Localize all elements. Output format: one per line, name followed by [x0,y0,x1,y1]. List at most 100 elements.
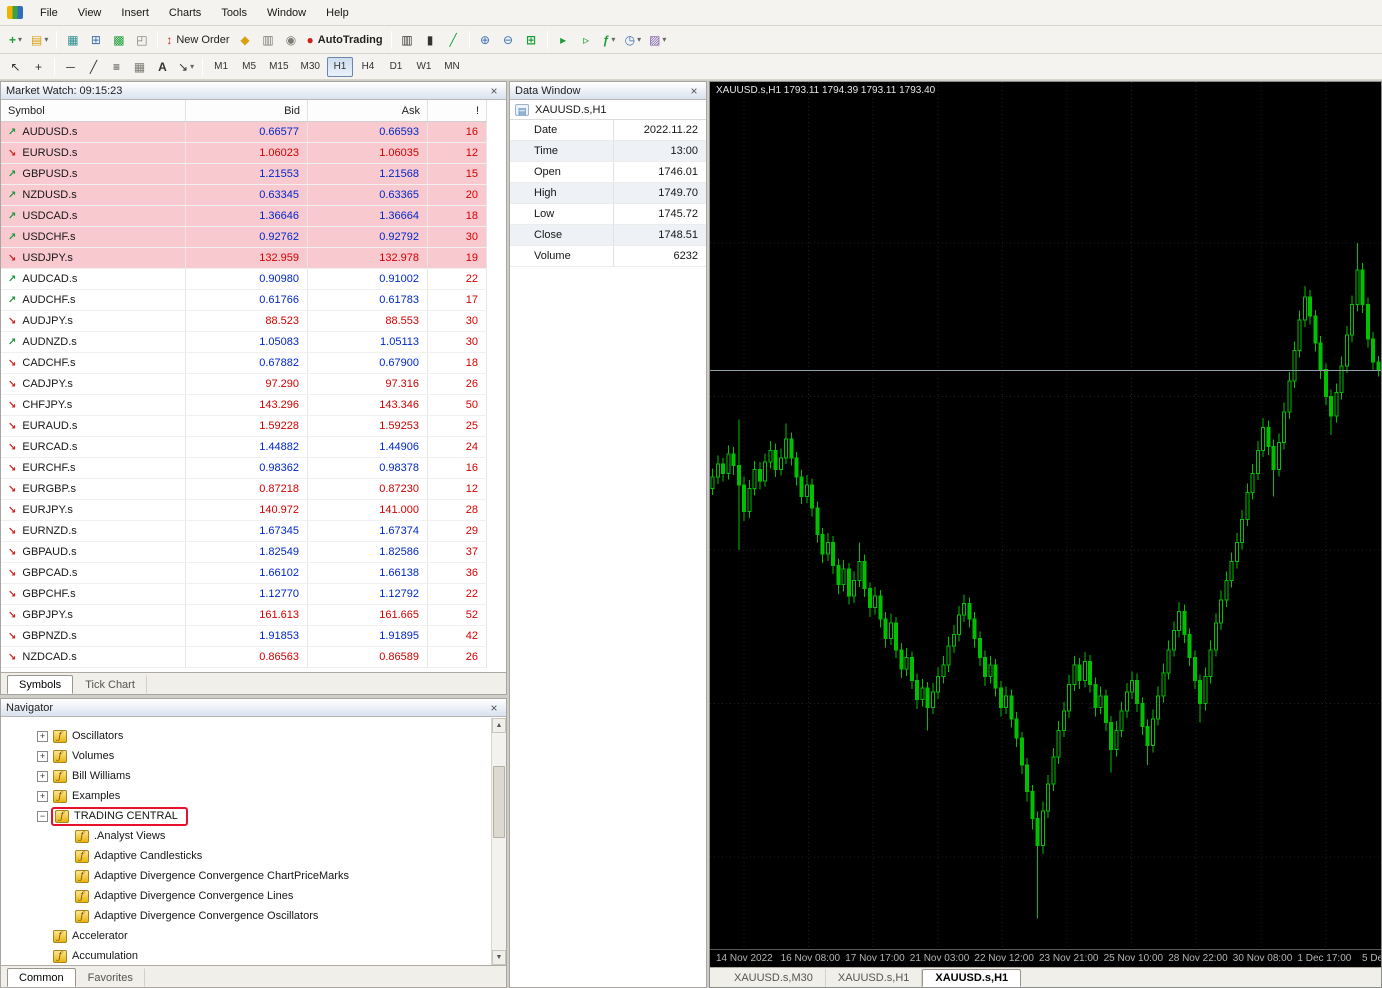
menu-tools[interactable]: Tools [211,2,257,24]
market-watch-row[interactable]: ↗GBPUSD.s1.215531.2156815 [1,164,487,185]
market-watch-row[interactable]: ↘GBPCHF.s1.127701.1279222 [1,584,487,605]
data-window-toggle[interactable]: ⊞ [84,29,107,51]
navigator-item-oscillators[interactable]: +ƒOscillators [1,726,490,746]
chevron-down-icon[interactable]: ▾ [190,62,194,71]
market-watch-row[interactable]: ↘AUDJPY.s88.52388.55330 [1,311,487,332]
templates-button[interactable]: ▨▾ [645,29,670,51]
market-watch-row[interactable]: ↗AUDUSD.s0.665770.6659316 [1,122,487,143]
text-tool-button[interactable]: A [151,56,174,78]
market-watch-row[interactable]: ↗AUDCAD.s0.909800.9100222 [1,269,487,290]
indicators-button[interactable]: ƒ▾ [598,29,621,51]
collapse-icon[interactable]: − [37,811,48,822]
timeframe-m1-button[interactable]: M1 [208,57,234,77]
column-symbol[interactable]: Symbol [1,100,186,121]
menu-window[interactable]: Window [257,2,316,24]
timeframe-m5-button[interactable]: M5 [236,57,262,77]
market-watch-row[interactable]: ↘CADJPY.s97.29097.31626 [1,374,487,395]
expand-icon[interactable]: + [37,791,48,802]
chevron-down-icon[interactable]: ▾ [611,35,615,44]
market-watch-row[interactable]: ↘GBPAUD.s1.825491.8258637 [1,542,487,563]
candlestick-button[interactable]: ▮ [419,29,442,51]
market-watch-row[interactable]: ↘GBPNZD.s1.918531.9189542 [1,626,487,647]
scrollbar-thumb[interactable] [493,766,505,838]
chevron-down-icon[interactable]: ▾ [18,35,22,44]
print-button[interactable]: ▥ [257,29,280,51]
profiles-button[interactable]: ▤▾ [27,29,52,51]
market-watch-row[interactable]: ↗USDCAD.s1.366461.3666418 [1,206,487,227]
fibonacci-tool-button[interactable]: ≡ [105,56,128,78]
tab-favorites[interactable]: Favorites [76,968,145,987]
line-chart-button[interactable]: ╱ [442,29,465,51]
navigator-item-examples[interactable]: +ƒExamples [1,786,490,806]
new-chart-button[interactable]: +▾ [4,29,27,51]
column-bid[interactable]: Bid [186,100,308,121]
market-watch-row[interactable]: ↘CHFJPY.s143.296143.34650 [1,395,487,416]
tab-tick-chart[interactable]: Tick Chart [73,675,147,694]
chart-tab-0[interactable]: XAUUSD.s,M30 [722,969,826,987]
market-watch-row[interactable]: ↘EURAUD.s1.592281.5925325 [1,416,487,437]
market-watch-row[interactable]: ↘EURUSD.s1.060231.0603512 [1,143,487,164]
periods-button[interactable]: ◷▾ [621,29,646,51]
timeframe-m15-button[interactable]: M15 [264,57,293,77]
market-watch-row[interactable]: ↘EURCHF.s0.983620.9837816 [1,458,487,479]
chart-tab-1[interactable]: XAUUSD.s,H1 [826,969,923,987]
navigator-item-trading-central[interactable]: −ƒTRADING CENTRAL [1,806,490,826]
menu-file[interactable]: File [30,2,68,24]
alerts-button[interactable]: ◆ [234,29,257,51]
market-watch-row[interactable]: ↘EURJPY.s140.972141.00028 [1,500,487,521]
navigator-scrollbar[interactable]: ▲ ▼ [491,718,506,965]
timeframe-m30-button[interactable]: M30 [296,57,325,77]
terminal-toggle[interactable]: ◰ [130,29,153,51]
market-watch-toggle[interactable]: ▦ [61,29,84,51]
menu-charts[interactable]: Charts [159,2,211,24]
market-watch-row[interactable]: ↘GBPCAD.s1.661021.6613836 [1,563,487,584]
expand-icon[interactable]: + [37,751,48,762]
grid-tool-button[interactable]: ▦ [128,56,151,78]
expand-icon[interactable]: + [37,731,48,742]
tab-symbols[interactable]: Symbols [7,675,73,694]
navigator-header[interactable]: Navigator × [1,699,506,717]
market-watch-row[interactable]: ↘GBPJPY.s161.613161.66552 [1,605,487,626]
trendline-tool-button[interactable]: ╱ [82,56,105,78]
navigator-item-adaptive-divergence-convergence-chartpricemarks[interactable]: ƒAdaptive Divergence Convergence ChartPr… [1,866,490,886]
navigator-item-bill-williams[interactable]: +ƒBill Williams [1,766,490,786]
timeframe-w1-button[interactable]: W1 [411,57,437,77]
chart-tab-2[interactable]: XAUUSD.s,H1 [922,969,1021,987]
cursor-tool-button[interactable]: ↖ [4,56,27,78]
horizontal-line-tool-button[interactable]: ─ [59,56,82,78]
market-watch-row[interactable]: ↗NZDUSD.s0.633450.6336520 [1,185,487,206]
market-watch-header[interactable]: Market Watch: 09:15:23 × [1,82,506,100]
new-order-button[interactable]: ↕New Order [162,29,233,51]
close-icon[interactable]: × [687,84,701,98]
scroll-up-icon[interactable]: ▲ [492,718,506,733]
chevron-down-icon[interactable]: ▾ [637,35,641,44]
chevron-down-icon[interactable]: ▾ [44,35,48,44]
navigator-item-analyst-views[interactable]: ƒ.Analyst Views [1,826,490,846]
market-watch-row[interactable]: ↗USDCHF.s0.927620.9279230 [1,227,487,248]
market-watch-row[interactable]: ↘EURGBP.s0.872180.8723012 [1,479,487,500]
chevron-down-icon[interactable]: ▾ [662,35,666,44]
navigator-item-accumulation[interactable]: ƒAccumulation [1,946,490,965]
crosshair-tool-button[interactable]: + [27,56,50,78]
help-button[interactable]: ◉ [280,29,303,51]
market-watch-row[interactable]: ↘USDJPY.s132.959132.97819 [1,248,487,269]
bar-chart-button[interactable]: ▥ [396,29,419,51]
timeframe-h4-button[interactable]: H4 [355,57,381,77]
timeframe-d1-button[interactable]: D1 [383,57,409,77]
chart-plot[interactable]: XAUUSD.s,H1 1793.11 1794.39 1793.11 1793… [710,82,1381,949]
menu-help[interactable]: Help [316,2,359,24]
expand-icon[interactable]: + [37,771,48,782]
navigator-item-adaptive-divergence-convergence-lines[interactable]: ƒAdaptive Divergence Convergence Lines [1,886,490,906]
menu-view[interactable]: View [68,2,112,24]
scroll-down-icon[interactable]: ▼ [492,950,506,965]
tab-common[interactable]: Common [7,968,76,987]
navigator-item-volumes[interactable]: +ƒVolumes [1,746,490,766]
tile-windows-button[interactable]: ⊞ [520,29,543,51]
close-icon[interactable]: × [487,84,501,98]
navigator-item-adaptive-candlesticks[interactable]: ƒAdaptive Candlesticks [1,846,490,866]
chart-shift-button[interactable]: ▹ [575,29,598,51]
market-watch-row[interactable]: ↘CADCHF.s0.678820.6790018 [1,353,487,374]
menu-insert[interactable]: Insert [111,2,159,24]
navigator-item-accelerator[interactable]: ƒAccelerator [1,926,490,946]
timeframe-mn-button[interactable]: MN [439,57,465,77]
